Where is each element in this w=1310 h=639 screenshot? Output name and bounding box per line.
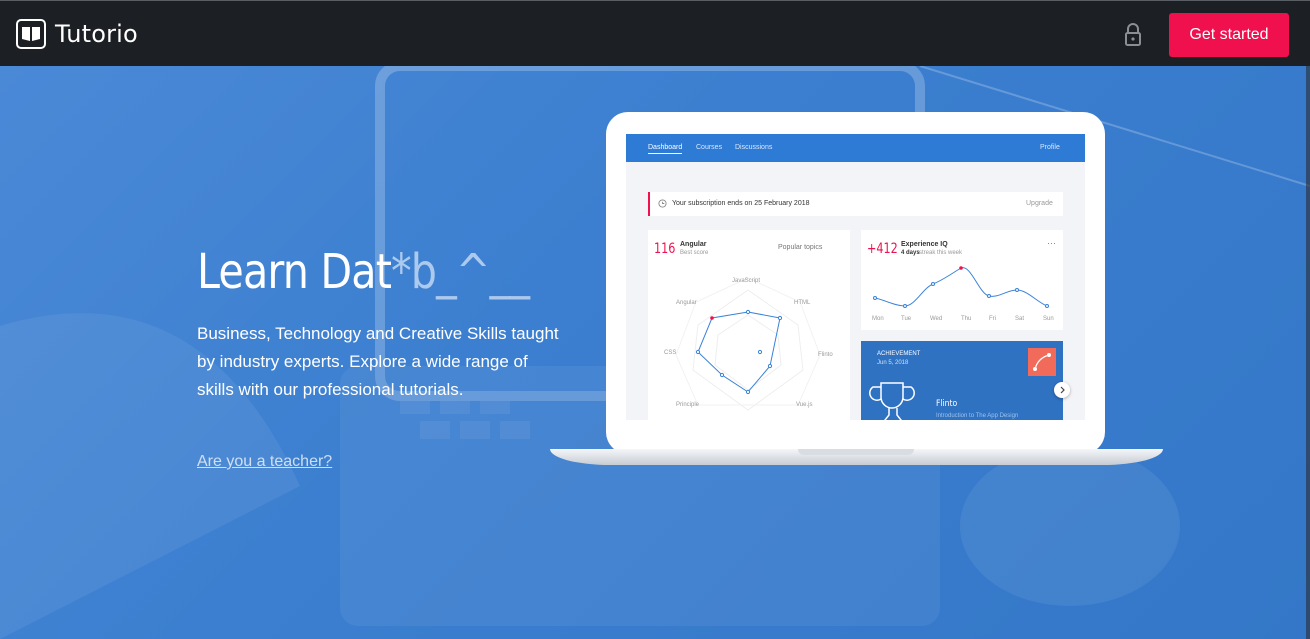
get-started-button[interactable]: Get started — [1169, 13, 1289, 57]
iq-day-6: Sun — [1043, 316, 1054, 322]
iq-line-chart — [873, 266, 1049, 308]
more-icon[interactable]: ··· — [1047, 238, 1056, 248]
mockup-nav-profile: Profile — [1040, 144, 1060, 151]
radar-chart — [675, 277, 821, 411]
mockup-nav: Dashboard Courses Discussions Profile — [626, 134, 1085, 162]
angular-card: 116 Angular Best score Popular topics Ja… — [648, 230, 850, 420]
experience-iq-card: +412 Experience IQ 4 days streak this we… — [861, 230, 1063, 330]
hero-subtitle: Business, Technology and Creative Skills… — [197, 324, 559, 399]
hero-title: Learn Dat*b_^__ — [197, 244, 530, 300]
mockup-nav-dashboard: Dashboard — [648, 144, 683, 154]
radar-axis-4: Principle — [676, 402, 700, 408]
teacher-link[interactable]: Are you a teacher? — [197, 453, 332, 471]
achievement-title: Flinto — [936, 399, 958, 409]
angular-name: Angular — [680, 241, 707, 248]
lock-icon[interactable] — [1123, 23, 1143, 52]
laptop-notch — [798, 449, 914, 455]
iq-day-2: Wed — [930, 316, 943, 322]
iq-day-4: Fri — [989, 316, 996, 322]
achievement-card: ACHIEVEMENT Jun 5, 2018 Flinto Introduct… — [861, 341, 1063, 420]
clock-icon — [658, 199, 667, 208]
mockup-nav-discussions: Discussions — [735, 144, 773, 151]
subscription-banner: Your subscription ends on 25 February 20… — [648, 192, 1063, 216]
iq-day-1: Tue — [901, 316, 912, 322]
topics-filter: Popular topics — [778, 244, 823, 251]
brand-name: Tutorio — [55, 20, 138, 48]
top-navbar: Tutorio Get started — [0, 0, 1310, 66]
brand-logo[interactable]: Tutorio — [16, 19, 138, 49]
book-logo-icon — [16, 19, 46, 49]
achievement-desc: Introduction to The App Design — [936, 413, 1019, 419]
iq-day-3: Thu — [961, 316, 972, 322]
chevron-right-icon[interactable] — [1054, 382, 1070, 398]
achievement-label: ACHIEVEMENT — [877, 351, 921, 357]
angular-score: 116 — [654, 241, 676, 257]
iq-sub-bold: 4 days — [901, 250, 920, 256]
iq-day-0: Mon — [872, 316, 884, 322]
page-scrollbar[interactable] — [1306, 66, 1310, 639]
mockup-nav-courses: Courses — [696, 144, 723, 151]
radar-axis-3: Vue.js — [796, 402, 813, 408]
radar-axis-1: HTML — [794, 300, 811, 306]
hero-title-cursor: *b_^__ — [391, 244, 530, 300]
subscription-text: Your subscription ends on 25 February 20… — [672, 200, 810, 207]
radar-axis-0: JavaScript — [732, 278, 761, 284]
iq-day-5: Sat — [1015, 316, 1025, 322]
dashboard-screenshot: Dashboard Courses Discussions Profile Yo… — [626, 134, 1085, 420]
achievement-date: Jun 5, 2018 — [877, 360, 909, 366]
pen-tool-icon — [1028, 348, 1056, 376]
radar-axis-5: CSS — [664, 350, 677, 356]
laptop-mockup: Dashboard Courses Discussions Profile Yo… — [606, 112, 1105, 454]
radar-axis-2: Flinto — [818, 352, 833, 358]
iq-name: Experience IQ — [901, 241, 948, 248]
trophy-icon — [869, 382, 915, 420]
hero-title-main: Learn Dat — [197, 244, 392, 300]
iq-score: +412 — [867, 241, 898, 257]
radar-axis-6: Angular — [676, 300, 697, 306]
iq-sub: streak this week — [919, 250, 963, 256]
upgrade-link: Upgrade — [1026, 200, 1053, 207]
angular-sub: Best score — [680, 250, 709, 256]
